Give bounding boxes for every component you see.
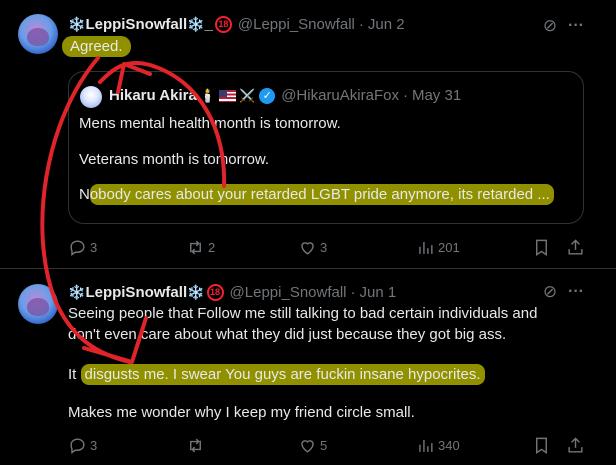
grok-icon[interactable]: ⊘ xyxy=(540,282,560,302)
like-count: 5 xyxy=(320,437,328,453)
like-icon xyxy=(301,241,314,255)
views-count: 340 xyxy=(438,437,460,453)
tweet-actions: 3 2 3 201 xyxy=(68,235,588,259)
reply-icon xyxy=(70,437,85,454)
bookmark-button[interactable] xyxy=(532,238,551,257)
like-button[interactable]: 3 xyxy=(298,238,327,257)
more-icon[interactable]: ··· xyxy=(566,16,586,36)
quoted-tweet[interactable]: Hikaru Akira 🕯️ ⚔️ ✓ @HikaruAkiraFox · M… xyxy=(68,71,584,224)
share-icon xyxy=(568,238,583,255)
display-name-suffix: _ xyxy=(204,15,213,33)
highlighted-text: obody cares about your retarded LGBT pri… xyxy=(89,184,554,205)
tweet-header: ❄️ LeppiSnowfall ❄️ 18 @Leppi_Snowfall ·… xyxy=(68,281,396,303)
quoted-text-line: Veterans month is tomorrow. xyxy=(79,151,270,168)
retweet-button[interactable]: 2 xyxy=(186,238,215,257)
candle-emoji: 🕯️ xyxy=(199,87,217,103)
bookmark-icon xyxy=(536,437,547,454)
age-badge: 18 xyxy=(206,283,224,301)
snowflake-icon: ❄️ xyxy=(187,15,205,32)
highlighted-text: Agreed. xyxy=(62,36,131,57)
reply-count: 3 xyxy=(90,239,98,255)
tweet[interactable]: ❄️ LeppiSnowfall ❄️ 18 @Leppi_Snowfall ·… xyxy=(0,270,616,465)
separator-dot: · xyxy=(358,15,364,33)
avatar[interactable] xyxy=(18,284,58,324)
tweet-date[interactable]: May 31 xyxy=(412,87,461,104)
share-button[interactable] xyxy=(566,436,585,455)
views-count: 201 xyxy=(438,239,460,255)
like-count: 3 xyxy=(320,239,328,255)
like-icon xyxy=(301,439,314,453)
share-button[interactable] xyxy=(566,238,585,257)
display-name[interactable]: LeppiSnowfall xyxy=(85,284,187,301)
like-button[interactable]: 5 xyxy=(298,436,327,455)
share-icon xyxy=(568,436,583,453)
highlighted-text: disgusts me. I swear You guys are fuckin… xyxy=(80,364,485,385)
more-icon[interactable]: ··· xyxy=(566,282,586,302)
display-name[interactable]: Hikaru Akira xyxy=(109,87,197,104)
quoted-text-line: Nobody cares about your retarded LGBT pr… xyxy=(79,184,554,205)
quoted-tweet-header: Hikaru Akira 🕯️ ⚔️ ✓ @HikaruAkiraFox · M… xyxy=(109,87,461,104)
views-icon xyxy=(419,241,433,254)
reply-count: 3 xyxy=(90,437,98,453)
bookmark-button[interactable] xyxy=(532,436,551,455)
avatar[interactable] xyxy=(18,14,58,54)
views-icon xyxy=(419,439,433,452)
views-button[interactable]: 340 xyxy=(416,436,460,455)
handle[interactable]: @Leppi_Snowfall xyxy=(230,284,347,301)
separator-dot: · xyxy=(350,283,356,301)
avatar[interactable] xyxy=(80,86,102,108)
handle[interactable]: @HikaruAkiraFox xyxy=(281,87,399,104)
reply-button[interactable]: 3 xyxy=(68,436,97,455)
tweet-date[interactable]: Jun 2 xyxy=(368,16,405,33)
tweet-date[interactable]: Jun 1 xyxy=(360,284,397,301)
crossed-swords-icon: ⚔️ xyxy=(239,87,256,103)
retweet-icon xyxy=(190,438,201,452)
views-button[interactable]: 201 xyxy=(416,238,460,257)
tweet-text-start: It xyxy=(68,366,77,383)
grok-icon[interactable]: ⊘ xyxy=(540,16,560,36)
tweet-text: Agreed. xyxy=(62,36,131,57)
handle[interactable]: @Leppi_Snowfall xyxy=(238,16,355,33)
quoted-text-start: N xyxy=(79,186,90,203)
verified-icon: ✓ xyxy=(259,87,276,104)
tweet[interactable]: ❄️ LeppiSnowfall ❄️ _ 18 @Leppi_Snowfall… xyxy=(0,0,616,269)
quoted-text-line: Mens mental health month is tomorrow. xyxy=(79,115,341,132)
retweet-count: 2 xyxy=(208,239,216,255)
bookmark-icon xyxy=(536,239,547,256)
retweet-button[interactable] xyxy=(186,436,208,455)
us-flag-icon xyxy=(219,89,237,102)
display-name[interactable]: LeppiSnowfall xyxy=(85,16,187,33)
separator-dot: · xyxy=(402,87,408,104)
retweet-icon xyxy=(190,240,201,254)
tweet-text-line: It disgusts me. I swear You guys are fuc… xyxy=(68,364,485,385)
tweet-header: ❄️ LeppiSnowfall ❄️ _ 18 @Leppi_Snowfall… xyxy=(68,13,405,35)
reply-icon xyxy=(70,239,85,256)
tweet-text-line: Seeing people that Follow me still talki… xyxy=(68,305,538,322)
tweet-text-line: Makes me wonder why I keep my friend cir… xyxy=(68,404,415,421)
reply-button[interactable]: 3 xyxy=(68,238,97,257)
snowflake-icon: ❄️ xyxy=(187,283,205,300)
tweet-actions: 3 5 340 xyxy=(68,433,588,457)
snowflake-icon: ❄️ xyxy=(68,15,86,32)
tweet-text-line: don't even care about what they did just… xyxy=(68,326,507,343)
age-badge: 18 xyxy=(214,15,232,33)
snowflake-icon: ❄️ xyxy=(68,283,86,300)
